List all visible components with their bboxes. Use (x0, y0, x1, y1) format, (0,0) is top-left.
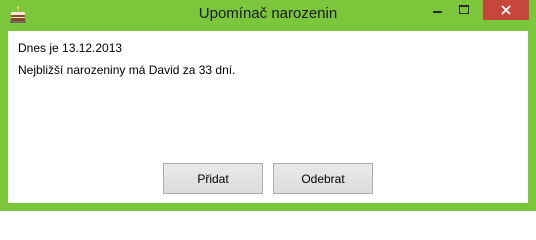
app-window: Upomínač narozenin Dnes je 13.12.2013 Ne… (0, 0, 536, 211)
close-button[interactable] (483, 0, 529, 20)
main-content: Dnes je 13.12.2013 Nejbližší narozeniny … (8, 31, 528, 203)
today-date-label: Dnes je 13.12.2013 (18, 41, 123, 55)
minimize-button[interactable] (424, 0, 451, 20)
title-bar[interactable]: Upomínač narozenin (0, 0, 536, 31)
remove-button[interactable]: Odebrat (273, 163, 373, 194)
maximize-button[interactable] (451, 0, 478, 20)
add-button[interactable]: Přidat (163, 163, 263, 194)
close-icon (501, 5, 511, 15)
maximize-icon (459, 5, 469, 14)
nearest-birthday-label: Nejbližší narozeniny má David za 33 dní. (18, 63, 236, 77)
minimize-icon (433, 11, 442, 13)
